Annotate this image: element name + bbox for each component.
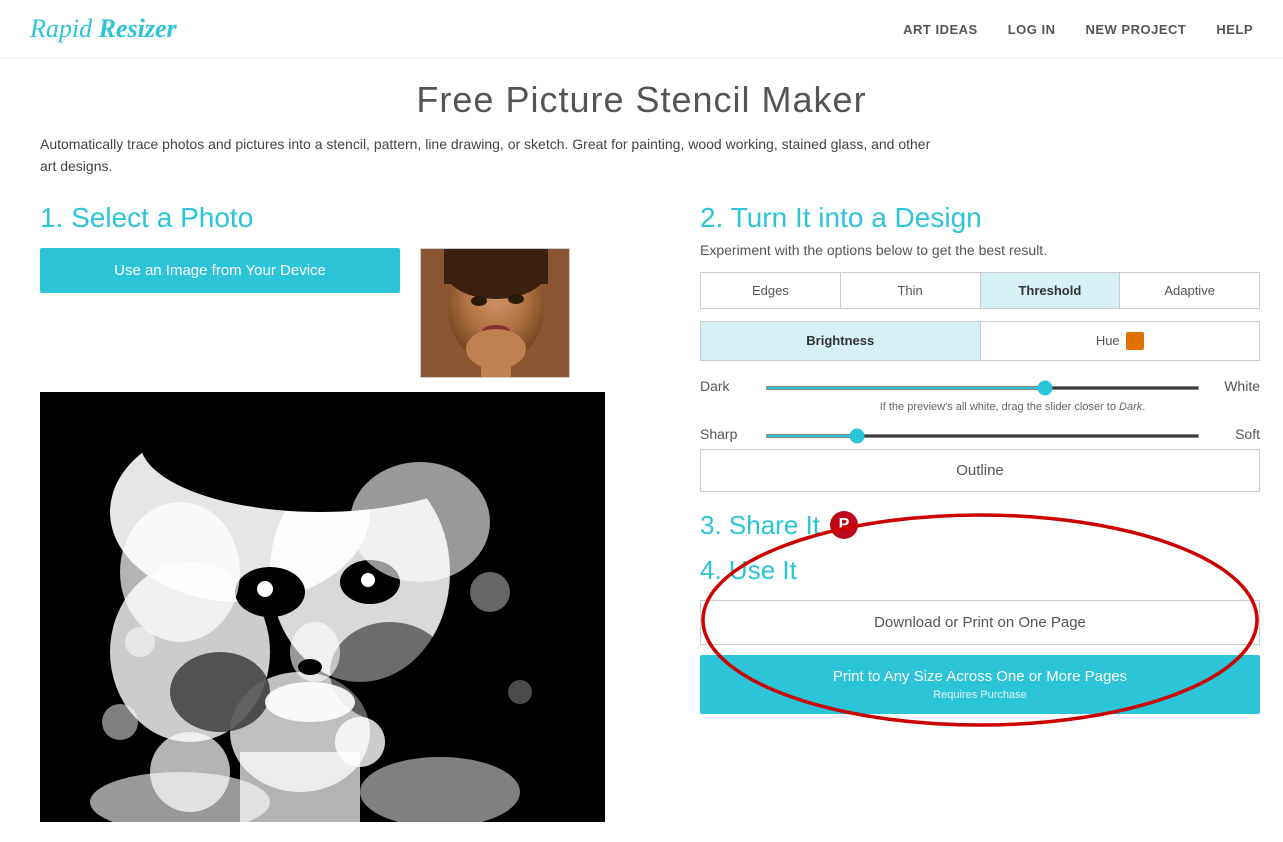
- hue-color-swatch: [1126, 332, 1144, 350]
- stencil-preview: [40, 392, 605, 822]
- nav-new-project[interactable]: NEW PROJECT: [1085, 22, 1186, 37]
- hue-label: Hue: [1096, 333, 1120, 348]
- step2-text: Turn It into a Design: [723, 202, 981, 233]
- effect-tabs: Edges Thin Threshold Adaptive: [700, 272, 1260, 309]
- mode-hue[interactable]: Hue: [981, 322, 1260, 360]
- step3-title: 3. Share It: [700, 510, 820, 541]
- stencil-svg: [40, 392, 605, 822]
- tab-thin[interactable]: Thin: [841, 273, 981, 308]
- nav-help[interactable]: HELP: [1216, 22, 1253, 37]
- page-title: Free Picture Stencil Maker: [40, 79, 1243, 121]
- steps-3-4-container: 3. Share It P 4. Use It Download or Prin…: [700, 510, 1260, 714]
- content-area: 1. Select a Photo Use an Image from Your…: [40, 202, 1243, 822]
- brightness-slider-row: Dark White: [700, 377, 1260, 395]
- print-button[interactable]: Print to Any Size Across One or More Pag…: [700, 655, 1260, 714]
- step1-text: Select a Photo: [63, 202, 253, 233]
- upload-image-button[interactable]: Use an Image from Your Device: [40, 248, 400, 293]
- brightness-hint: If the preview's all white, drag the sli…: [765, 401, 1260, 413]
- print-sub-label: Requires Purchase: [713, 689, 1247, 701]
- main-content: Free Picture Stencil Maker Automatically…: [0, 59, 1283, 842]
- logo: Rapid Resizer: [30, 14, 177, 44]
- tab-edges[interactable]: Edges: [701, 273, 841, 308]
- step1-num: 1.: [40, 202, 63, 233]
- tab-threshold[interactable]: Threshold: [981, 273, 1121, 308]
- dark-label: Dark: [700, 378, 755, 394]
- sharp-label: Sharp: [700, 426, 755, 442]
- sharpness-slider-wrap: [765, 425, 1200, 443]
- mode-tabs: Brightness Hue: [700, 321, 1260, 361]
- white-label: White: [1210, 378, 1260, 394]
- photo-thumbnail: [420, 248, 570, 378]
- sharpness-slider[interactable]: [765, 434, 1200, 438]
- left-column: 1. Select a Photo Use an Image from Your…: [40, 202, 670, 822]
- page-subtitle: Automatically trace photos and pictures …: [40, 133, 940, 178]
- outline-button[interactable]: Outline: [700, 449, 1260, 492]
- face-photo-svg: [421, 249, 570, 378]
- right-column: 2. Turn It into a Design Experiment with…: [700, 202, 1260, 822]
- nav-art-ideas[interactable]: ART IDEAS: [903, 22, 978, 37]
- step3-text: Share It: [722, 510, 820, 540]
- step3-row: 3. Share It P: [700, 510, 1260, 541]
- brightness-slider-wrap: [765, 377, 1200, 395]
- mode-brightness[interactable]: Brightness: [701, 322, 981, 360]
- download-button[interactable]: Download or Print on One Page: [700, 600, 1260, 645]
- logo-resizer: Resizer: [99, 14, 177, 43]
- step2-subtitle: Experiment with the options below to get…: [700, 242, 1260, 258]
- pinterest-icon[interactable]: P: [830, 511, 858, 539]
- step4-num: 4.: [700, 555, 722, 585]
- logo-rapid: Rapid: [30, 14, 92, 43]
- header: Rapid Resizer ART IDEAS LOG IN NEW PROJE…: [0, 0, 1283, 59]
- step4-text: Use It: [722, 555, 797, 585]
- step1-title: 1. Select a Photo: [40, 202, 670, 234]
- nav-login[interactable]: LOG IN: [1008, 22, 1056, 37]
- print-btn-label: Print to Any Size Across One or More Pag…: [833, 668, 1127, 685]
- sharpness-slider-row: Sharp Soft: [700, 425, 1260, 443]
- main-nav: ART IDEAS LOG IN NEW PROJECT HELP: [903, 22, 1253, 37]
- step3-num: 3.: [700, 510, 722, 540]
- soft-label: Soft: [1210, 426, 1260, 442]
- step2-num: 2.: [700, 202, 723, 233]
- step4-title: 4. Use It: [700, 555, 1260, 586]
- tab-adaptive[interactable]: Adaptive: [1120, 273, 1259, 308]
- step2-title: 2. Turn It into a Design: [700, 202, 1260, 234]
- brightness-slider[interactable]: [765, 386, 1200, 390]
